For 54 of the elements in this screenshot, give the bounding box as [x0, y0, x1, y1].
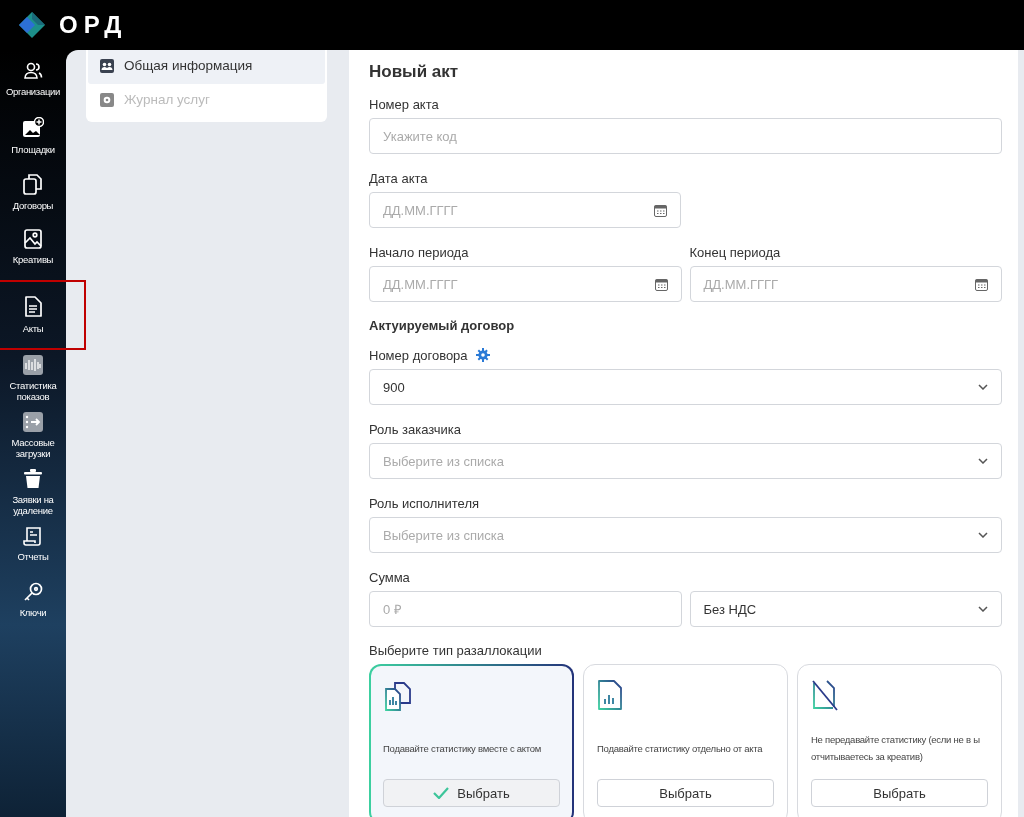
- section-menu-item[interactable]: Общая информация: [88, 50, 325, 84]
- sidebar-item[interactable]: Массовые загрузки: [3, 409, 63, 462]
- chevron-down-icon: [978, 532, 988, 538]
- sidebar-item[interactable]: Площадки: [3, 114, 63, 166]
- field-label: Роль заказчика: [369, 421, 462, 437]
- sidebar-item[interactable]: Договоры: [3, 170, 63, 222]
- field-label: Начало периода: [369, 244, 469, 260]
- field-label: Сумма: [369, 569, 410, 585]
- document-chart-icon: [597, 679, 623, 711]
- field-label: Конец периода: [689, 244, 781, 260]
- form-title: Новый акт: [369, 62, 460, 82]
- field-label: Выберите тип разаллокации: [369, 643, 543, 658]
- people-icon: [23, 61, 43, 81]
- sidebar-item[interactable]: Ключи: [3, 579, 63, 631]
- field-label: Роль исполнителя: [369, 495, 480, 511]
- select-button[interactable]: Выбрать: [383, 779, 560, 807]
- sidebar-item[interactable]: Акты: [0, 282, 84, 348]
- picture-icon: [24, 229, 42, 249]
- chevron-down-icon: [978, 606, 988, 612]
- calendar-icon: [654, 203, 667, 217]
- calendar-icon: [975, 277, 988, 291]
- check-icon: [433, 787, 450, 799]
- option-card[interactable]: Подавайте статистику отдельно от акта Выбрать: [583, 664, 788, 817]
- sidebar-item[interactable]: Креативы: [3, 226, 63, 278]
- bars-icon: [23, 355, 43, 375]
- sidebar-item[interactable]: Статистика показов: [3, 352, 63, 405]
- field-label: Дата акта: [369, 170, 428, 186]
- option-card[interactable]: Не передавайте статистику (если не в ы отчитываетесь за креатив) Выбрать: [797, 664, 1002, 817]
- receipt-icon: [23, 526, 43, 546]
- select-field[interactable]: 900: [369, 369, 1002, 405]
- copy-icon: [23, 173, 43, 195]
- image-plus-icon: [22, 117, 44, 139]
- sidebar-item[interactable]: Заявки на удаление: [3, 466, 63, 519]
- crossed-document-icon: [811, 679, 839, 711]
- select-field[interactable]: Без НДС: [689, 591, 1002, 627]
- chevron-down-icon: [978, 384, 988, 390]
- select-button[interactable]: Выбрать: [597, 779, 774, 807]
- document-icon: [24, 296, 42, 318]
- sidebar-item[interactable]: Организации: [3, 58, 63, 110]
- option-description: Подавайте статистику отдельно от акта: [597, 741, 764, 756]
- key-icon: [23, 582, 43, 602]
- option-description: Не передавайте статистику (если не в ы отчитываетесь за креатив): [811, 733, 981, 764]
- field-label: Номер акта: [369, 96, 439, 112]
- option-description: Подавайте статистику вместе с актом: [383, 741, 543, 756]
- option-card[interactable]: Подавайте статистику вместе с актом Выбрать: [369, 664, 574, 817]
- brand-name: ОРД: [59, 11, 128, 39]
- sidebar-item[interactable]: Отчеты: [3, 523, 63, 575]
- people-icon: [100, 58, 114, 73]
- trash-icon: [24, 469, 42, 489]
- chevron-down-icon: [978, 458, 988, 464]
- field-label: Номер договора: [369, 347, 468, 363]
- section-heading: Актуируемый договор: [369, 318, 516, 333]
- calendar-icon: [654, 277, 668, 291]
- select-button[interactable]: Выбрать: [811, 779, 988, 807]
